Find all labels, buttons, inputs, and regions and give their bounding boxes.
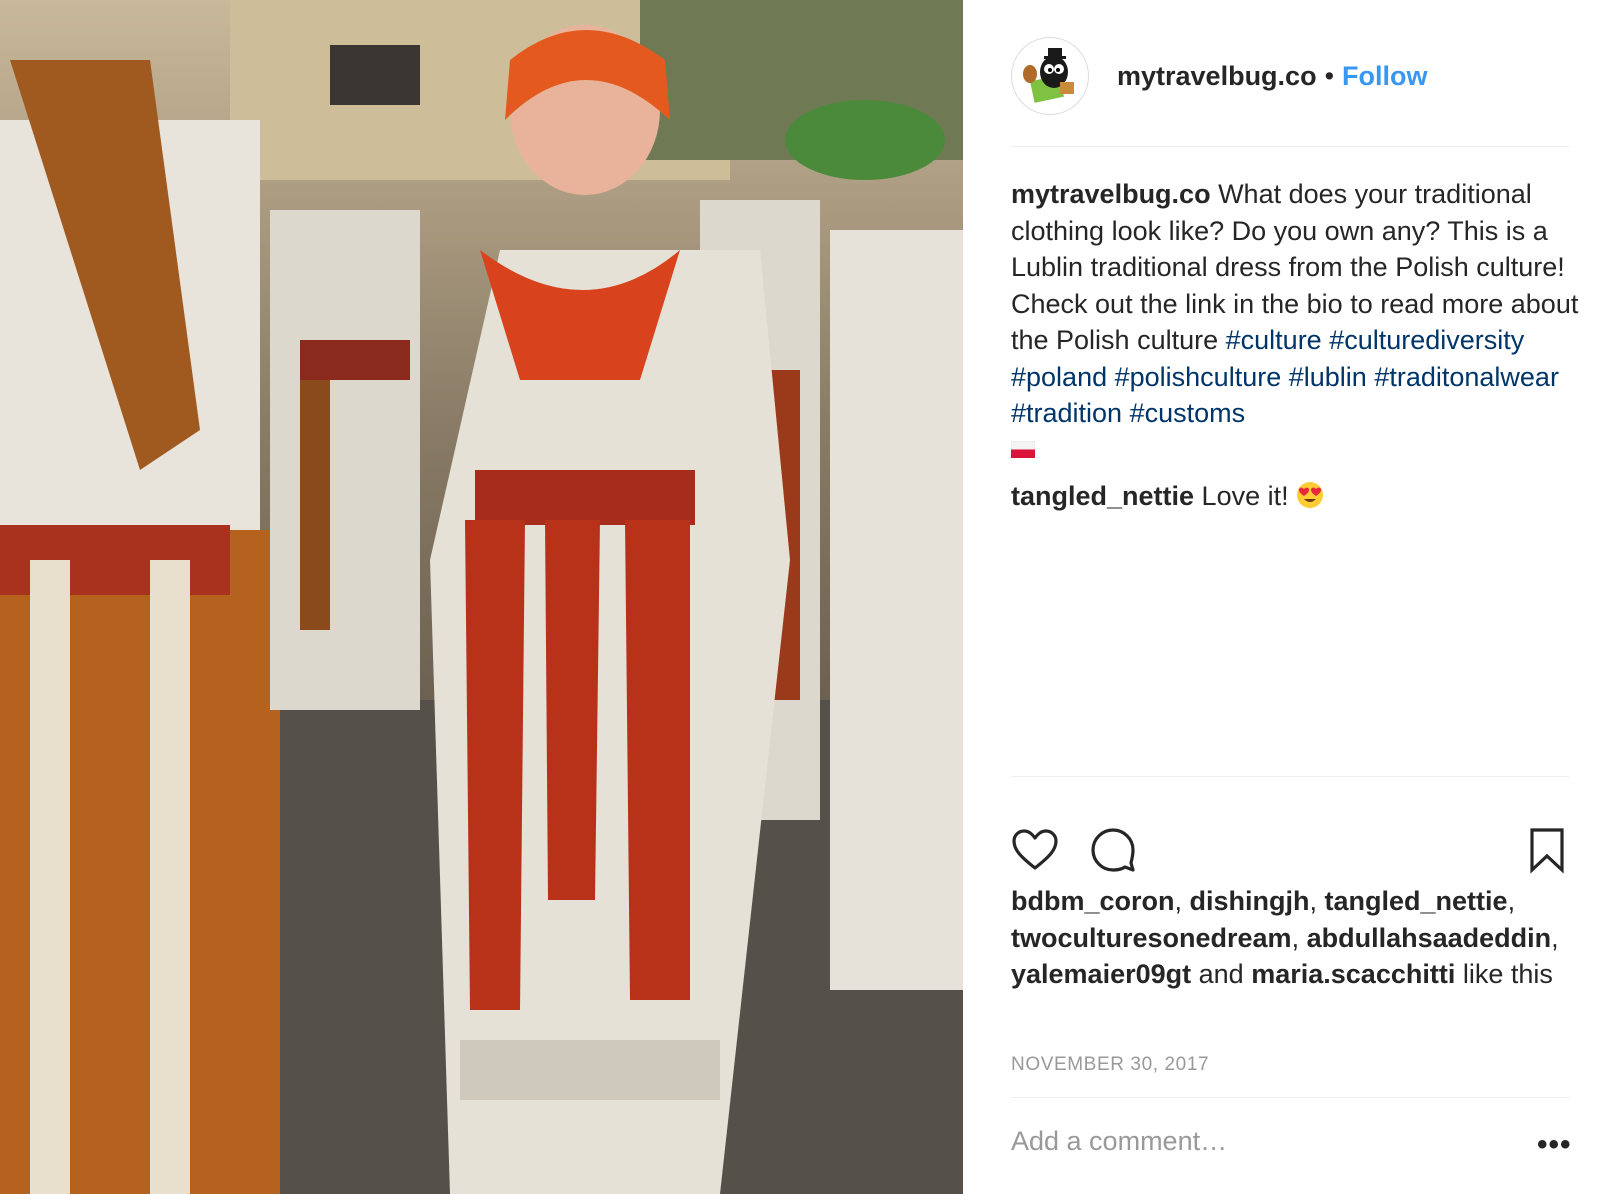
speech-bubble-icon	[1091, 828, 1135, 872]
liker-username[interactable]: dishingjh	[1190, 886, 1310, 916]
more-options-button[interactable]: •••	[1537, 1128, 1572, 1162]
hashtag[interactable]: #culture	[1226, 325, 1322, 355]
hashtag[interactable]: #tradition	[1011, 398, 1122, 428]
add-comment-input[interactable]	[1011, 1126, 1491, 1157]
liker-username[interactable]: maria.scacchitti	[1251, 959, 1455, 989]
save-button[interactable]	[1523, 826, 1571, 874]
post-caption: mytravelbug.co What does your traditiona…	[1011, 176, 1581, 468]
hashtag[interactable]: #polishculture	[1115, 362, 1282, 392]
poland-flag-icon	[1011, 440, 1035, 458]
heart-eyes-emoji-icon	[1297, 481, 1324, 508]
like-button[interactable]	[1011, 826, 1059, 874]
follow-button[interactable]: Follow	[1342, 61, 1427, 92]
separator-dot: •	[1324, 60, 1335, 91]
hashtag[interactable]: #poland	[1011, 362, 1107, 392]
bug-logo-icon	[1023, 48, 1074, 103]
post-header: mytravelbug.co • Follow	[1011, 36, 1428, 116]
comment-username[interactable]: tangled_nettie	[1011, 481, 1194, 511]
likes-summary: bdbm_coron, dishingjh, tangled_nettie, t…	[1011, 886, 1559, 989]
author-username[interactable]: mytravelbug.co	[1117, 61, 1317, 92]
liker-username[interactable]: yalemaier09gt	[1011, 959, 1191, 989]
hashtag[interactable]: #customs	[1130, 398, 1246, 428]
post-date[interactable]: NOVEMBER 30, 2017	[1011, 1054, 1209, 1076]
likes-suffix: like this	[1462, 959, 1553, 989]
hashtag[interactable]: #culturediversity	[1329, 325, 1524, 355]
comment-divider	[1011, 1097, 1569, 1098]
liker-username[interactable]: twoculturesonedream	[1011, 923, 1292, 953]
comment-item: tangled_nettie Love it!	[1011, 478, 1571, 514]
likes-connector: and	[1198, 959, 1244, 989]
comment-text: Love it!	[1201, 481, 1289, 511]
heart-icon	[1012, 829, 1058, 870]
header-divider	[1011, 146, 1569, 147]
avatar[interactable]	[1011, 37, 1089, 115]
post-sidebar: mytravelbug.co • Follow mytravelbug.co W…	[963, 0, 1620, 1194]
caption-username[interactable]: mytravelbug.co	[1011, 179, 1211, 209]
hashtag[interactable]: #lublin	[1289, 362, 1367, 392]
hashtag[interactable]: #traditonalwear	[1374, 362, 1559, 392]
bookmark-icon	[1530, 828, 1564, 874]
liker-username[interactable]: tangled_nettie	[1325, 886, 1508, 916]
post-photo[interactable]	[0, 0, 963, 1194]
liker-username[interactable]: abdullahsaadeddin	[1307, 923, 1552, 953]
photo-illustration	[0, 0, 963, 1194]
liker-username[interactable]: bdbm_coron	[1011, 886, 1175, 916]
actions-divider	[1011, 776, 1569, 777]
post-actions	[1011, 826, 1571, 882]
comment-button[interactable]	[1089, 826, 1137, 874]
